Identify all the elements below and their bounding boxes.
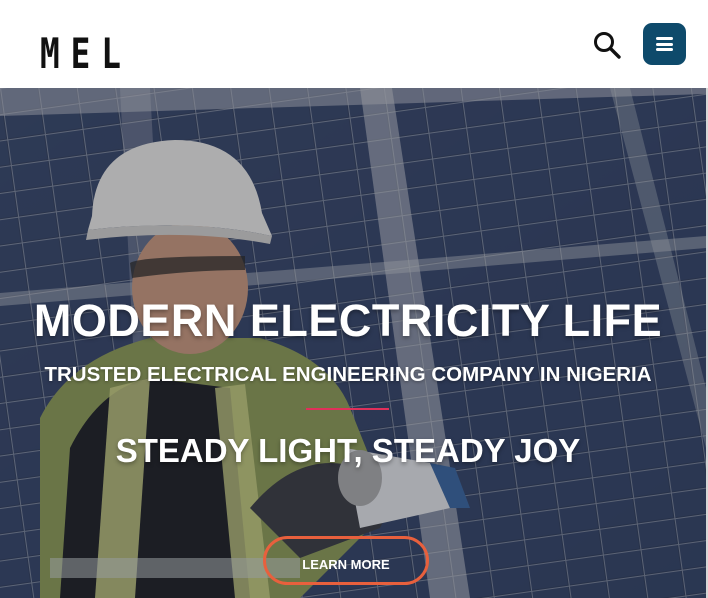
search-icon[interactable] (591, 29, 623, 61)
hero-subheadline: TRUSTED ELECTRICAL ENGINEERING COMPANY I… (44, 363, 652, 386)
hero-tagline: STEADY LIGHT, STEADY JOY (115, 432, 581, 469)
hero-divider (306, 408, 389, 410)
hero-headline: MODERN ELECTRICITY LIFE (33, 295, 663, 346)
site-logo[interactable]: MEL (40, 30, 132, 78)
menu-button[interactable] (643, 23, 686, 65)
hero-banner: MODERN ELECTRICITY LIFE TRUSTED ELECTRIC… (0, 88, 706, 598)
learn-more-button[interactable]: LEARN MORE (263, 536, 429, 585)
site-header: MEL (0, 0, 708, 88)
hamburger-menu-icon (656, 37, 673, 51)
